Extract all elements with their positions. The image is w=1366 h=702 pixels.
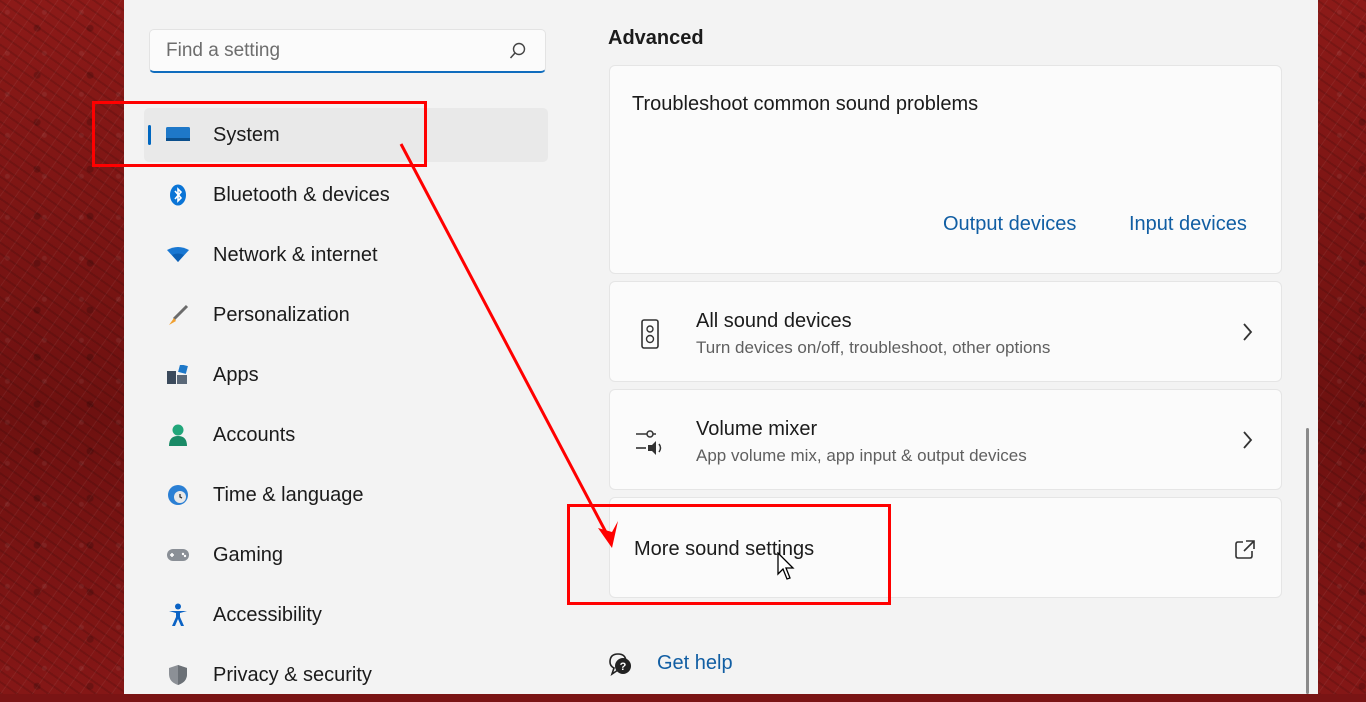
annotation-arrow <box>399 143 618 548</box>
mouse-cursor-icon <box>777 552 795 580</box>
